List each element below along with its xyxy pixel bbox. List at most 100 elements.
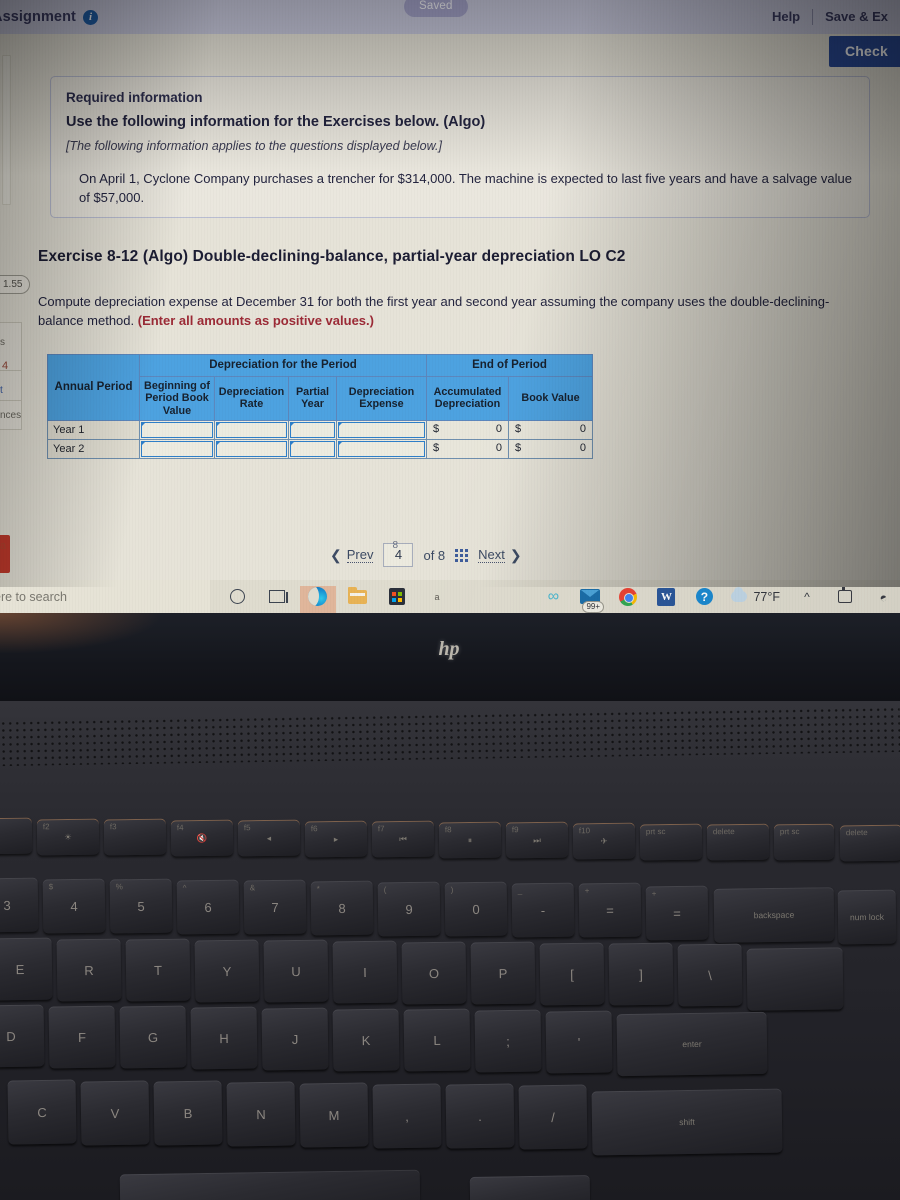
extra-app-icon[interactable]: a <box>426 586 448 608</box>
key-letter-D[interactable]: D <box>0 1004 45 1068</box>
key-letter-C[interactable]: C <box>7 1079 77 1145</box>
key-label: C <box>37 1104 47 1120</box>
key-label: F <box>77 1029 87 1045</box>
key-letter-I[interactable]: I <box>332 940 398 1004</box>
key-secondary-label: ) <box>450 885 454 895</box>
key-letter-N[interactable]: N <box>226 1081 296 1147</box>
chevron-up-icon[interactable]: ^ <box>796 586 818 608</box>
key-letter-J[interactable]: J <box>261 1007 329 1071</box>
key-number-7[interactable]: & 7 <box>243 879 307 935</box>
key-label: M <box>328 1107 340 1123</box>
key-number-5[interactable]: % 5 <box>109 878 173 934</box>
key-label: [ <box>570 966 574 982</box>
key-number-6[interactable]: ^ 6 <box>176 879 240 935</box>
file-explorer-icon[interactable] <box>346 586 368 608</box>
key-function-6[interactable]: f7 ⏮ <box>371 820 435 858</box>
word-icon[interactable]: W <box>655 586 677 608</box>
help-icon[interactable]: ? <box>693 586 715 608</box>
key-space[interactable] <box>119 1169 421 1200</box>
key-letter-'[interactable]: ' <box>545 1010 613 1074</box>
key-number-4[interactable]: $4 <box>42 878 106 934</box>
key-letter-H[interactable]: H <box>190 1006 258 1070</box>
key-label: U <box>291 963 301 979</box>
display-icon[interactable] <box>834 586 856 608</box>
key-backspace[interactable]: backspace <box>713 887 835 943</box>
key-label: N <box>256 1106 266 1122</box>
key-label: D <box>6 1028 16 1044</box>
key-letter-G[interactable]: G <box>119 1005 187 1069</box>
key-number-0[interactable]: ) 0 <box>444 881 508 937</box>
key-delete[interactable]: delete <box>839 824 900 862</box>
key-function-5[interactable]: f6 ▸ <box>304 820 368 858</box>
key-function-3[interactable]: f4 🔇 <box>170 819 234 857</box>
key-number-9[interactable]: (9 <box>377 881 441 937</box>
key-number--[interactable]: _ - <box>511 882 575 938</box>
key-label: shift <box>679 1116 695 1128</box>
mail-icon[interactable]: 99+ <box>579 586 605 613</box>
key-label: 8 <box>338 900 346 916</box>
key-enter[interactable]: enter <box>616 1011 768 1077</box>
key-letter-F[interactable]: F <box>48 1005 116 1069</box>
key-function-8[interactable]: f9 ⏭ <box>505 822 569 859</box>
key-shift-right[interactable]: shift <box>591 1088 783 1156</box>
task-view-icon[interactable] <box>266 586 288 608</box>
key-function-10[interactable]: prt sc <box>639 823 703 860</box>
key-function-9[interactable]: f10 ✈ <box>572 822 636 860</box>
key-letter-.[interactable]: . <box>445 1083 515 1149</box>
key-print-screen[interactable]: prt sc <box>773 823 835 861</box>
chrome-icon[interactable] <box>617 586 639 608</box>
key-letter-V[interactable]: V <box>80 1080 150 1146</box>
edge-icon[interactable] <box>300 585 336 613</box>
key-enter-top[interactable] <box>746 947 844 1011</box>
key-label: = <box>606 902 614 918</box>
cortana-icon[interactable] <box>226 586 248 608</box>
key-letter-U[interactable]: U <box>263 939 329 1003</box>
key-function-11[interactable]: delete <box>706 823 770 861</box>
key-letter-][interactable]: ] <box>608 942 674 1006</box>
key-secondary-label: prt sc <box>779 827 800 837</box>
key-letter-[[interactable]: [ <box>539 942 605 1006</box>
office-infinity-icon[interactable]: ∞ <box>541 586 563 608</box>
key-secondary-label: + <box>584 886 590 896</box>
key-num-lock[interactable]: num lock <box>837 889 897 945</box>
key-function-7[interactable]: f8 ⏸ <box>438 821 502 859</box>
bezel-light-glow <box>0 613 160 653</box>
key-letter-R[interactable]: R <box>56 938 122 1002</box>
microsoft-store-icon[interactable] <box>386 586 408 608</box>
key-label: backspace <box>753 909 795 921</box>
key-label: G <box>147 1029 159 1045</box>
key-label: 0 <box>472 901 480 917</box>
key-equals[interactable]: + = <box>645 885 709 941</box>
key-label: E <box>15 961 25 977</box>
key-number-3[interactable]: #3 <box>0 877 39 933</box>
key-alt-right[interactable] <box>469 1175 591 1200</box>
key-function-1[interactable]: f2 ☀ <box>36 818 100 855</box>
key-secondary-label: & <box>249 883 256 893</box>
key-letter-,[interactable]: , <box>372 1082 442 1149</box>
key-letter-P[interactable]: P <box>470 941 536 1005</box>
key-letter-B[interactable]: B <box>153 1080 223 1146</box>
key-function-0[interactable] <box>0 817 33 855</box>
taskbar-pinned-icons: a <box>226 585 448 613</box>
key-letter-E[interactable]: E <box>0 937 53 1001</box>
weather-widget[interactable]: 77°F <box>731 587 780 604</box>
key-secondary-label: delete <box>845 828 868 838</box>
key-number-8[interactable]: * 8 <box>310 880 374 936</box>
key-function-2[interactable]: f3 <box>103 818 167 856</box>
key-label: V <box>110 1105 120 1121</box>
key-label: ] <box>639 966 643 982</box>
key-label: 9 <box>405 901 413 917</box>
temperature-label: 77°F <box>753 589 780 604</box>
key-letter-/[interactable]: / <box>518 1084 588 1150</box>
key-letter-K[interactable]: K <box>332 1007 400 1072</box>
key-letter-M[interactable]: M <box>299 1082 369 1148</box>
key-label: I <box>363 964 367 980</box>
key-letter-L[interactable]: L <box>403 1008 471 1072</box>
key-number-=[interactable]: + = <box>578 882 642 938</box>
key-function-4[interactable]: f5 ◂ <box>237 819 301 857</box>
key-letter-Y[interactable]: Y <box>194 939 260 1003</box>
key-letter-;[interactable]: ; <box>474 1009 542 1073</box>
key-letter-T[interactable]: T <box>125 938 191 1002</box>
key-letter-O[interactable]: O <box>401 941 467 1005</box>
key-letter-\[interactable]: \ <box>677 943 743 1007</box>
